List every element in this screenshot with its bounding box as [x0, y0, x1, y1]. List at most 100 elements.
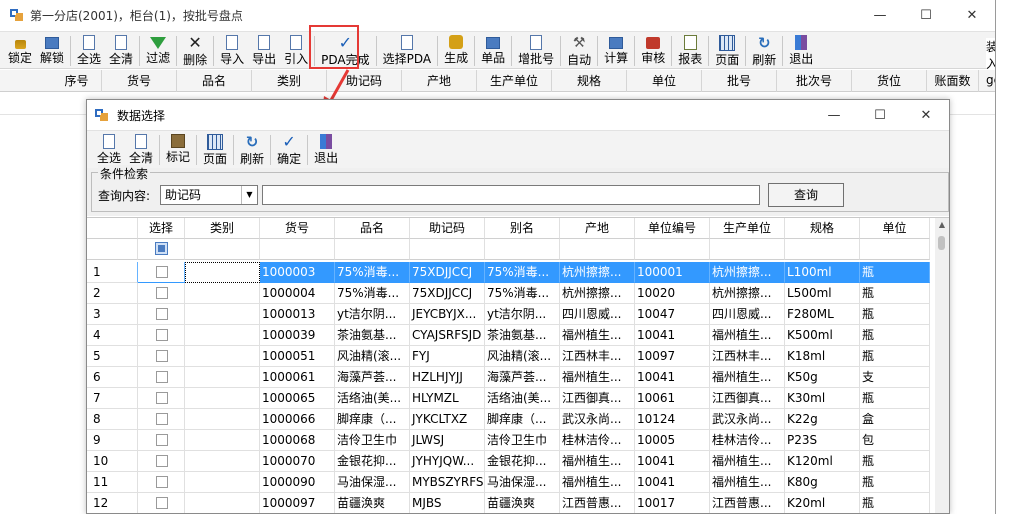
table-row[interactable]: 4 1000039 茶油氨基... CYAJSRFSJD 茶油氨基... 福州植生... 1… — [87, 325, 930, 346]
grid-column-header[interactable]: 选择 — [138, 218, 185, 239]
search-input[interactable] — [262, 185, 760, 205]
filter-cell[interactable] — [260, 239, 335, 260]
main-column-header[interactable]: 类别 — [252, 70, 327, 92]
row-checkbox-cell[interactable] — [138, 451, 185, 472]
main-export-button[interactable]: 导出 — [248, 32, 280, 69]
row-checkbox-cell[interactable] — [138, 283, 185, 304]
dialog-refresh-button[interactable]: ↻ 刷新 — [236, 131, 268, 168]
main-select-all-button[interactable]: 全选 — [73, 32, 105, 69]
row-checkbox-cell[interactable] — [138, 325, 185, 346]
main-review-button[interactable]: 审核 — [637, 32, 669, 69]
chevron-down-icon[interactable]: ▼ — [241, 186, 257, 204]
table-row[interactable]: 7 1000065 活络油(美... HLYMZL 活络油(美... 江西御真... 100… — [87, 388, 930, 409]
row-checkbox-cell[interactable] — [138, 346, 185, 367]
row-checkbox[interactable] — [156, 455, 168, 467]
main-lock-button[interactable]: 锁定 — [4, 32, 36, 69]
filter-cell[interactable] — [860, 239, 930, 260]
dialog-mark-button[interactable]: 标记 — [162, 131, 194, 168]
query-button[interactable]: 查询 — [768, 183, 844, 207]
dialog-confirm-button[interactable]: ✓ 确定 — [273, 131, 305, 168]
row-checkbox-cell[interactable] — [138, 430, 185, 451]
table-row[interactable]: 9 1000068 洁伶卫生巾 JLWSJ 洁伶卫生巾 桂林洁伶... 10005 桂林洁伶.… — [87, 430, 930, 451]
grid-column-header[interactable]: 别名 — [485, 218, 560, 239]
row-checkbox[interactable] — [156, 308, 168, 320]
row-checkbox-cell[interactable] — [138, 409, 185, 430]
filter-cell[interactable] — [410, 239, 485, 260]
main-column-header[interactable]: 序号 — [0, 70, 102, 92]
maximize-button[interactable]: ☐ — [903, 0, 949, 30]
main-delete-button[interactable]: ✕ 删除 — [179, 32, 211, 69]
dialog-clear-all-button[interactable]: 全清 — [125, 131, 157, 168]
main-column-header[interactable]: 货位 — [852, 70, 927, 92]
dialog-page-button[interactable]: 页面 — [199, 131, 231, 168]
row-checkbox[interactable] — [156, 476, 168, 488]
grid-column-header[interactable]: 类别 — [185, 218, 260, 239]
row-checkbox[interactable] — [156, 287, 168, 299]
row-checkbox-cell[interactable] — [138, 367, 185, 388]
filter-cell[interactable] — [185, 239, 260, 260]
table-row[interactable]: 10 1000070 金银花抑... JYHYJQW... 金银花抑... 福州植生...… — [87, 451, 930, 472]
filter-cell[interactable] — [335, 239, 410, 260]
main-add-batch-button[interactable]: 增批号 — [514, 32, 558, 69]
main-refresh-button[interactable]: ↻ 刷新 — [748, 32, 780, 69]
grid-column-header[interactable]: 单位 — [860, 218, 930, 239]
row-checkbox[interactable] — [156, 266, 168, 278]
table-row[interactable]: 5 1000051 风油精(滚... FYJ 风油精(滚... 江西林丰... 10097 江… — [87, 346, 930, 367]
main-clear-all-button[interactable]: 全清 — [105, 32, 137, 69]
main-report-button[interactable]: 报表 — [674, 32, 706, 69]
search-field-select[interactable]: 助记码 ▼ — [160, 185, 258, 205]
close-button[interactable]: ✕ — [949, 0, 995, 30]
scroll-up-icon[interactable]: ▲ — [935, 218, 949, 232]
dialog-select-all-button[interactable]: 全选 — [93, 131, 125, 168]
table-row[interactable]: 3 1000013 yt洁尔阴... JEYCBYJX... yt洁尔阴... 四川恩威.… — [87, 304, 930, 325]
row-checkbox[interactable] — [156, 413, 168, 425]
main-column-header[interactable]: 单位 — [627, 70, 702, 92]
main-page-button[interactable]: 页面 — [711, 32, 743, 69]
table-row[interactable]: 8 1000066 脚痒康（... JYKCLTXZ 脚痒康（... 武汉永尚... 101… — [87, 409, 930, 430]
main-unlock-button[interactable]: 解锁 — [36, 32, 68, 69]
grid-column-header[interactable]: 规格 — [785, 218, 860, 239]
row-checkbox-cell[interactable] — [138, 472, 185, 493]
table-row[interactable]: 12 1000097 苗疆涣爽 MJBS 苗疆涣爽 江西普惠... 10017 江西普惠...… — [87, 493, 930, 513]
row-checkbox[interactable] — [156, 350, 168, 362]
vertical-scrollbar[interactable]: ▲ — [935, 218, 949, 513]
main-column-header[interactable]: 账面数 — [927, 70, 979, 92]
row-checkbox-cell[interactable] — [138, 262, 185, 283]
select-all-checkbox-cell[interactable] — [138, 239, 185, 260]
filter-cell[interactable] — [710, 239, 785, 260]
main-import-button[interactable]: 导入 — [216, 32, 248, 69]
filter-cell[interactable] — [635, 239, 710, 260]
dialog-exit-button[interactable]: 退出 — [310, 131, 342, 168]
select-all-checkbox[interactable] — [154, 242, 168, 255]
main-column-header[interactable]: 批号 — [702, 70, 777, 92]
main-column-header[interactable]: 批次号 — [777, 70, 852, 92]
row-checkbox[interactable] — [156, 434, 168, 446]
grid-column-header[interactable]: 货号 — [260, 218, 335, 239]
main-exit-button[interactable]: 退出 — [785, 32, 817, 69]
grid-column-header[interactable]: 助记码 — [410, 218, 485, 239]
row-checkbox[interactable] — [156, 392, 168, 404]
main-column-header[interactable]: 规格 — [552, 70, 627, 92]
row-checkbox[interactable] — [156, 329, 168, 341]
main-single-item-button[interactable]: 单品 — [477, 32, 509, 69]
table-row[interactable]: 6 1000061 海藻芦荟... HZLHJYJJ 海藻芦荟... 福州植生... 100… — [87, 367, 930, 388]
main-generate-button[interactable]: 生成 — [440, 32, 472, 69]
minimize-button[interactable]: — — [857, 0, 903, 30]
row-checkbox-cell[interactable] — [138, 304, 185, 325]
grid-column-header[interactable]: 生产单位 — [710, 218, 785, 239]
main-column-header[interactable]: 品名 — [177, 70, 252, 92]
row-checkbox-cell[interactable] — [138, 388, 185, 409]
main-calculate-button[interactable]: 计算 — [600, 32, 632, 69]
main-introduce-button[interactable]: 引入 — [280, 32, 312, 69]
dialog-minimize-button[interactable]: — — [811, 100, 857, 130]
filter-cell[interactable] — [560, 239, 635, 260]
row-checkbox[interactable] — [156, 371, 168, 383]
grid-column-header[interactable]: 品名 — [335, 218, 410, 239]
table-row[interactable]: 1 1000003 75%消毒... 75XDJJCCJ 75%消毒... 杭州擦擦...… — [87, 262, 930, 283]
grid-column-header[interactable]: 单位编号 — [635, 218, 710, 239]
table-row[interactable]: 2 1000004 75%消毒... 75XDJJCCJ 75%消毒... 杭州擦擦...… — [87, 283, 930, 304]
main-auto-button[interactable]: ⚒ 自动 — [563, 32, 595, 69]
scroll-thumb[interactable] — [938, 236, 945, 250]
table-row[interactable]: 11 1000090 马油保湿... MYBSZYRFS 马油保湿... 福州植生... 1… — [87, 472, 930, 493]
filter-cell[interactable] — [87, 239, 138, 260]
